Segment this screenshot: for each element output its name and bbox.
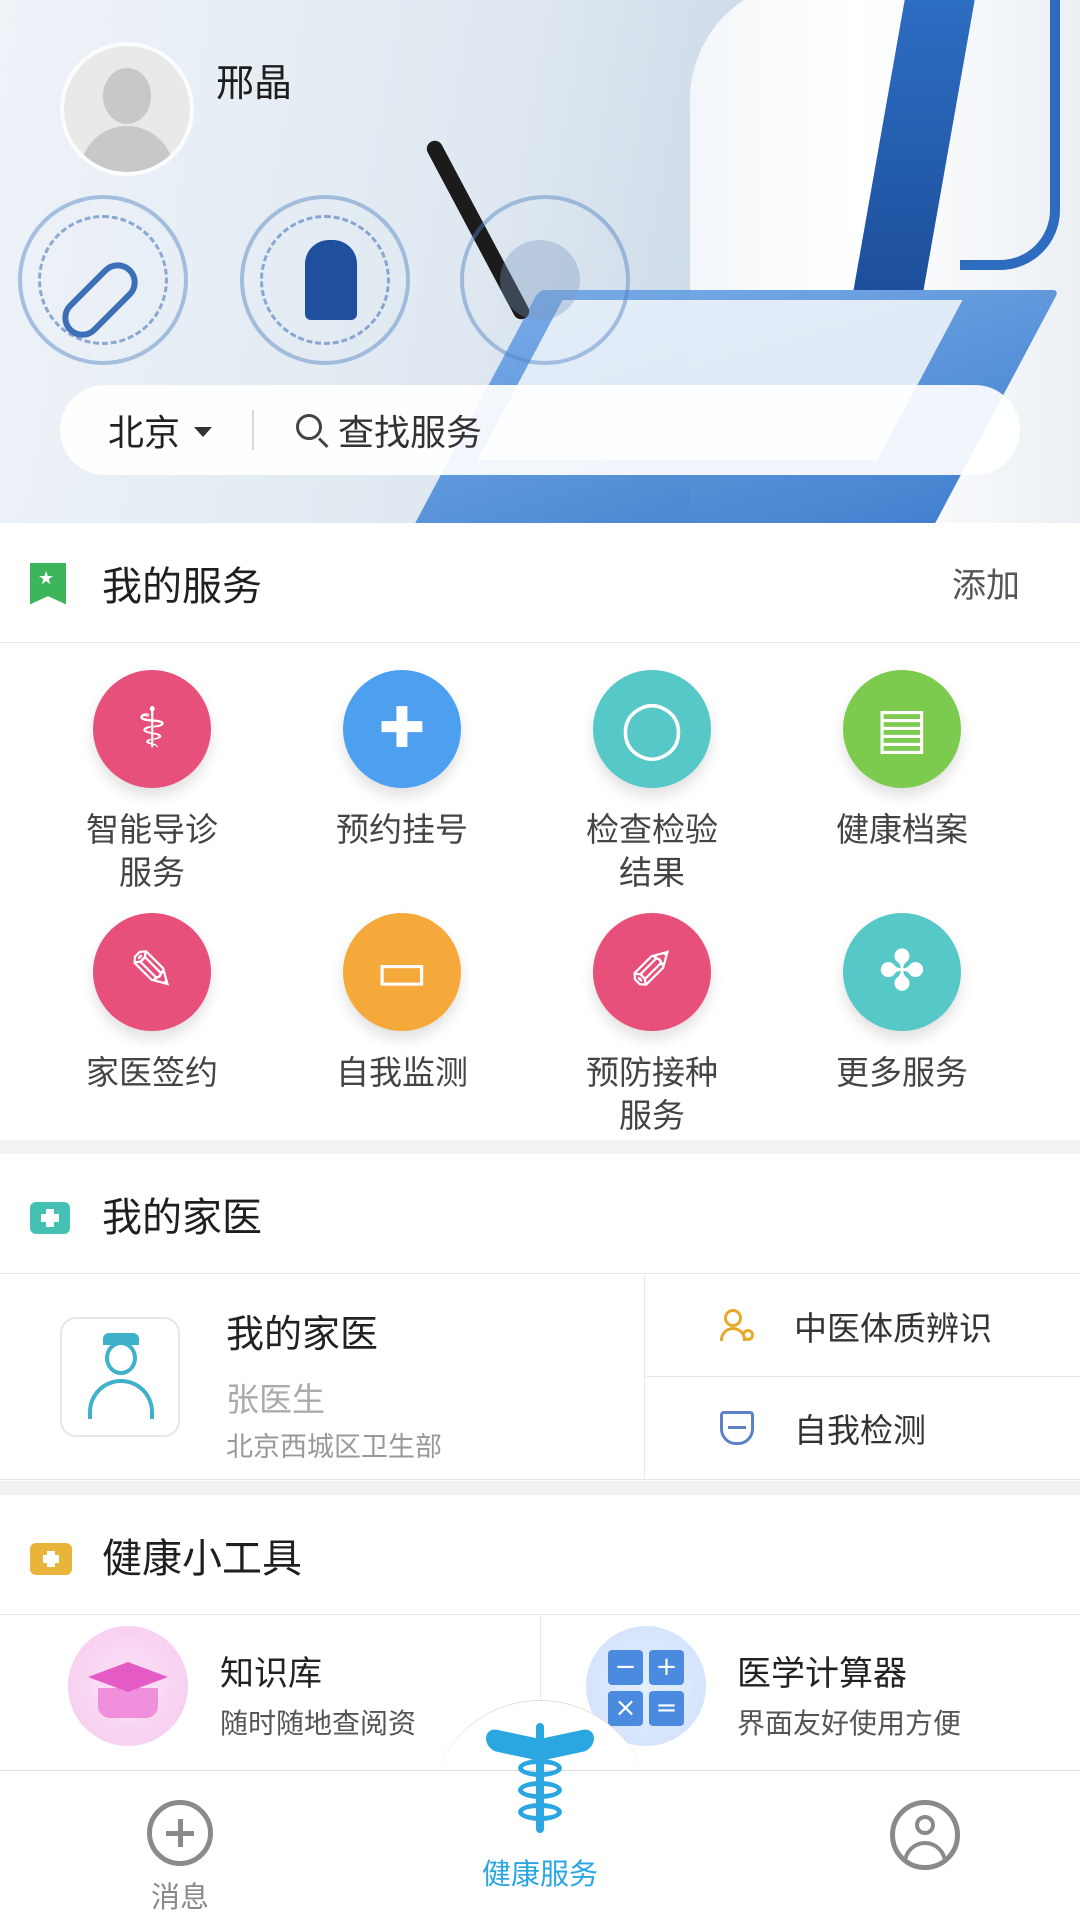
hero-banner: 邢晶 北京 查找服务: [0, 0, 1080, 523]
avatar-body-shape: [80, 126, 174, 172]
search-input[interactable]: 查找服务: [252, 385, 1020, 475]
tcm-constitution-link[interactable]: 中医体质辨识: [646, 1275, 1080, 1377]
section-title: 健康小工具: [102, 1535, 302, 1582]
nav-item-messages[interactable]: 消息: [120, 1800, 240, 1916]
avatar-head-shape: [103, 68, 151, 124]
service-label: 预防接种服务: [586, 1053, 718, 1135]
doctor-card-title: 我的家医: [226, 1312, 379, 1356]
nav-label: 健康服务: [481, 1857, 598, 1891]
stethoscope-icon: ⚕: [93, 670, 211, 788]
lightbulb-icon: ◯: [593, 670, 711, 788]
health-tools-header: 健康小工具: [0, 1495, 1080, 1615]
clover-icon: ✤: [843, 913, 961, 1031]
shield-icon: [720, 1411, 754, 1445]
tool-title: 医学计算器: [737, 1654, 907, 1694]
service-item-doctor-signing[interactable]: ✎ 家医签约: [27, 913, 277, 1094]
service-item-smart-triage[interactable]: ⚕ 智能导诊服务: [27, 670, 277, 894]
search-icon: [294, 412, 330, 449]
tool-description: 界面友好使用方便: [737, 1707, 962, 1740]
nav-item-health-services[interactable]: 健康服务: [460, 1715, 620, 1893]
stethoscope-graphic: [960, 0, 1060, 270]
service-label: 自我监测: [336, 1053, 468, 1092]
tag-icon: ✚: [343, 670, 461, 788]
tool-description: 随时随地查阅资: [220, 1707, 417, 1740]
search-bar: 北京 查找服务: [60, 385, 1020, 475]
doctor-name: 张医生: [226, 1380, 325, 1419]
section-gap: [0, 1481, 1080, 1495]
service-label: 健康档案: [836, 810, 968, 849]
bookmark-star-icon: ★: [30, 562, 70, 605]
doctor-avatar-icon: [60, 1317, 180, 1437]
search-divider: [252, 410, 254, 450]
toolbox-icon: [30, 1535, 72, 1575]
city-selector[interactable]: 北京: [60, 385, 254, 475]
service-label: 检查检验结果: [586, 810, 718, 892]
tool-title: 知识库: [220, 1654, 322, 1694]
service-item-more[interactable]: ✤ 更多服务: [777, 913, 1027, 1094]
service-item-test-results[interactable]: ◯ 检查检验结果: [527, 670, 777, 894]
service-item-health-records[interactable]: ▤ 健康档案: [777, 670, 1027, 851]
user-avatar[interactable]: [64, 46, 190, 172]
service-grid: ⚕ 智能导诊服务 ✚ 预约挂号 ◯ 检查检验结果 ▤ 健康档案 ✎ 家医签约 ▭…: [0, 645, 1080, 1140]
family-doctor-card[interactable]: 我的家医 张医生 北京西城区卫生部: [0, 1275, 645, 1480]
nav-item-profile[interactable]: [865, 1800, 985, 1870]
service-label: 预约挂号: [336, 810, 468, 849]
graduation-cap-icon: [68, 1626, 188, 1746]
section-title: 我的家医: [102, 1194, 262, 1241]
caret-down-icon: [194, 427, 213, 437]
service-label: 家医签约: [86, 1053, 218, 1092]
self-test-link[interactable]: 自我检测: [646, 1377, 1080, 1479]
medkit-icon: [30, 1194, 70, 1234]
service-item-appointment[interactable]: ✚ 预约挂号: [277, 670, 527, 851]
link-label: 中医体质辨识: [794, 1308, 992, 1348]
person-search-icon: [720, 1308, 754, 1343]
service-item-self-monitoring[interactable]: ▭ 自我监测: [277, 913, 527, 1094]
doctor-organization: 北京西城区卫生部: [226, 1432, 442, 1463]
user-icon: [890, 1800, 960, 1870]
service-label: 更多服务: [836, 1053, 968, 1092]
monitor-icon: ▭: [343, 913, 461, 1031]
message-plus-icon: [147, 1800, 213, 1866]
service-item-vaccination[interactable]: ✐ 预防接种服务: [527, 913, 777, 1137]
section-gap: [0, 1140, 1080, 1154]
syringe-icon: ✐: [593, 913, 711, 1031]
add-service-button[interactable]: 添加: [952, 558, 1020, 607]
link-label: 自我检测: [794, 1411, 926, 1450]
globe-icon: [500, 240, 580, 320]
city-label: 北京: [108, 413, 181, 454]
user-name: 邢晶: [216, 61, 293, 105]
sign-icon: ✎: [93, 913, 211, 1031]
search-placeholder: 查找服务: [338, 413, 483, 454]
doctor-people-icon: [305, 240, 357, 320]
service-label: 智能导诊服务: [86, 810, 218, 892]
family-doctor-panel: 我的家医 张医生 北京西城区卫生部 中医体质辨识 自我检测: [0, 1275, 1080, 1480]
section-title: 我的服务: [102, 563, 262, 610]
nav-label: 消息: [150, 1880, 209, 1914]
document-icon: ▤: [843, 670, 961, 788]
caduceus-icon: [480, 1715, 600, 1835]
family-doctor-header: 我的家医: [0, 1154, 1080, 1274]
my-services-header: ★ 我的服务 添加: [0, 523, 1080, 643]
